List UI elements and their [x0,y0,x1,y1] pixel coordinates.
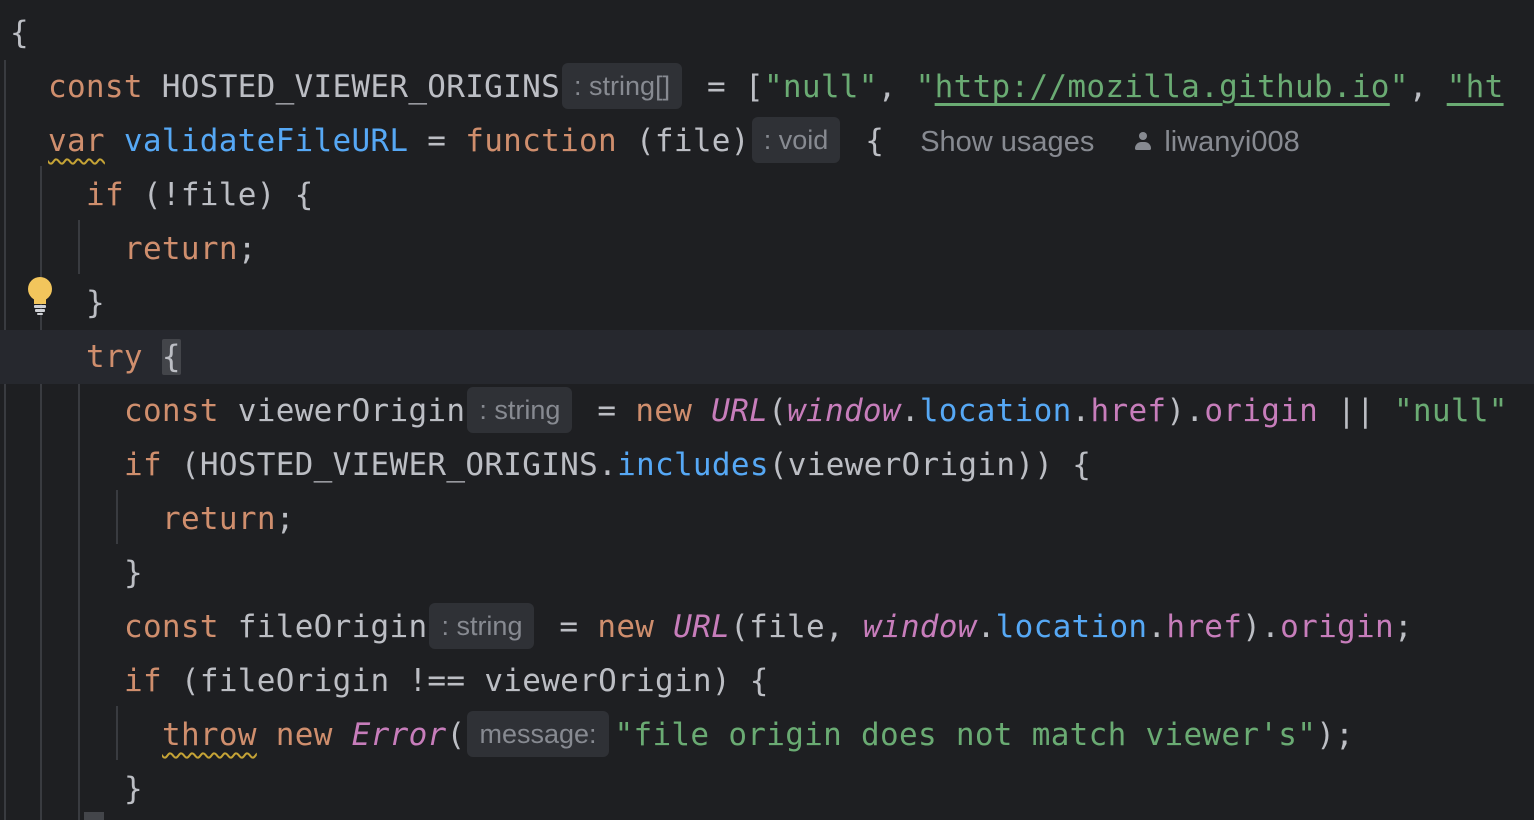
keyword-const: const [124,609,219,645]
keyword-const: const [48,69,143,105]
class-url: URL [673,609,731,645]
paren-dot: ). [1166,393,1205,429]
property-href: href [1166,609,1243,645]
if-condition: (!file) { [123,177,314,213]
paren: ( [768,393,788,429]
keyword-new: new [597,609,655,645]
dot: . [900,393,920,429]
parameter-hint-message: message: [467,710,609,757]
keyword-function: function [465,123,617,159]
lightbulb-icon[interactable] [26,276,54,316]
identifier-file-origin: fileOrigin [237,609,428,645]
paren-semicolon: ); [1316,717,1355,753]
string-error-message: "file origin does not match viewer's" [614,717,1317,753]
keyword-if: if [86,177,124,213]
operator-assign: = [578,393,636,429]
code-line-11[interactable]: } [0,546,1534,600]
show-usages-link[interactable]: Show usages [920,126,1094,158]
keyword-const: const [124,393,219,429]
paren-dot: ). [1242,609,1281,645]
property-href: href [1090,393,1167,429]
code-line-1[interactable]: { [0,6,1534,60]
author-name[interactable]: liwanyi008 [1164,126,1299,158]
type-hint: : string [467,386,573,433]
property-origin: origin [1280,609,1394,645]
string-quote: " [915,69,935,105]
operator-assign: = [540,609,598,645]
paren: ( [446,717,466,753]
code-line-7-current[interactable]: try { [0,330,1534,384]
if-condition-start: (HOSTED_VIEWER_ORIGINS. [161,447,618,483]
semicolon: ; [275,501,295,537]
args-start: (file, [730,609,863,645]
string-quote: " [1389,69,1409,105]
keyword-new: new [635,393,693,429]
keyword-return: return [162,501,276,537]
user-icon [1134,131,1152,151]
property-origin: origin [1204,393,1319,429]
keyword-try: try [86,339,143,375]
matched-brace: { [161,339,181,375]
operator-or: || [1318,393,1394,429]
code-line-10[interactable]: return; [0,492,1534,546]
return-type-hint: : void [751,116,841,163]
keyword-if: if [124,447,162,483]
global-window: window [862,609,977,645]
function-name-validatefileurl: validateFileURL [123,123,409,159]
close-brace: } [124,555,143,591]
semicolon: ; [237,231,257,267]
code-line-2[interactable]: const HOSTED_VIEWER_ORIGINS: string[] = … [0,60,1534,114]
open-brace: { [10,15,29,51]
code-line-14[interactable]: throw new Error(message: "file origin doe… [0,708,1534,762]
dot: . [976,609,996,645]
semicolon: ; [1393,609,1413,645]
code-line-3[interactable]: var validateFileURL = function (file): v… [0,114,1534,168]
code-line-12[interactable]: const fileOrigin: string = new URL(file,… [0,600,1534,654]
code-editor[interactable]: { const HOSTED_VIEWER_ORIGINS: string[] … [0,0,1534,820]
type-hint: : string[] [562,62,683,109]
code-line-15[interactable]: } [0,762,1534,816]
separator: , [877,69,916,105]
operator-assign: = [ [688,69,764,105]
property-location: location [919,393,1072,429]
if-condition-end: (viewerOrigin)) { [768,447,1092,483]
method-includes: includes [617,447,769,483]
fold-marker [84,812,104,820]
class-error: Error [351,717,447,753]
code-line-6[interactable]: } [0,276,1534,330]
keyword-return: return [124,231,238,267]
function-params: (file) [616,123,750,159]
code-line-8[interactable]: const viewerOrigin: string = new URL(win… [0,384,1534,438]
keyword-new: new [275,717,333,753]
property-location: location [995,609,1148,645]
keyword-if: if [124,663,162,699]
close-brace: } [124,771,143,807]
identifier-hosted-viewer-origins: HOSTED_VIEWER_ORIGINS [161,69,561,105]
string-truncated: "ht [1446,69,1504,105]
dot: . [1147,609,1167,645]
type-hint: : string [429,602,535,649]
class-url: URL [711,393,769,429]
open-brace: { [846,123,885,159]
code-line-5[interactable]: return; [0,222,1534,276]
close-brace: } [86,285,105,321]
global-window: window [787,393,901,429]
separator: , [1408,69,1447,105]
operator-assign: = [408,123,466,159]
keyword-throw: throw [162,717,257,753]
code-line-13[interactable]: if (fileOrigin !== viewerOrigin) { [0,654,1534,708]
code-line-4[interactable]: if (!file) { [0,168,1534,222]
dot: . [1071,393,1091,429]
string-null: "null" [763,69,878,105]
string-null: "null" [1393,393,1508,429]
if-condition: (fileOrigin !== viewerOrigin) { [161,663,769,699]
identifier-viewer-origin: viewerOrigin [237,393,466,429]
keyword-var: var [48,123,105,159]
code-line-9[interactable]: if (HOSTED_VIEWER_ORIGINS.includes(viewe… [0,438,1534,492]
string-url-mozilla[interactable]: http://mozilla.github.io [935,69,1390,105]
